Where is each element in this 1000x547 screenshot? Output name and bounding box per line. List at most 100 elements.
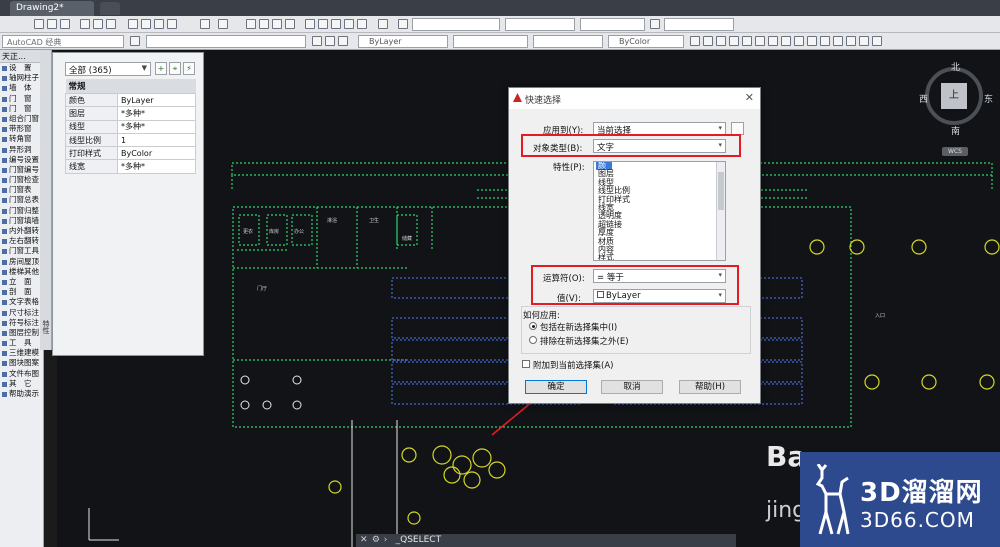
property-list-item[interactable]: 厚度 (596, 228, 725, 237)
property-value[interactable]: ByColor (117, 146, 196, 161)
layer-tool-12-icon[interactable] (833, 36, 843, 46)
table-style-combo[interactable] (580, 18, 645, 31)
property-row[interactable]: 线型比例 1 (65, 132, 196, 148)
properties-list[interactable]: 颜色 图层 线型 线型比例 打印样式 线宽 透明度 超链接 厚度 材质 内容 样式 (593, 161, 726, 261)
layer-tool-9-icon[interactable] (794, 36, 804, 46)
close-icon[interactable]: ✕ (745, 91, 754, 104)
layer-tool-11-icon[interactable] (820, 36, 830, 46)
property-list-item[interactable]: 超链接 (596, 220, 725, 229)
palettes-icon[interactable] (331, 19, 341, 29)
dim-style-combo[interactable] (505, 18, 575, 31)
property-row[interactable]: 打印样式 ByColor (65, 146, 196, 161)
layer-manager-icon[interactable] (130, 36, 140, 46)
match-icon[interactable] (167, 19, 177, 29)
menu-item[interactable]: 轴网柱子 (0, 73, 43, 83)
help-icon[interactable] (378, 19, 388, 29)
menu-item[interactable]: 门窗检查 (0, 175, 43, 185)
mleader-style-combo[interactable] (664, 18, 734, 31)
menu-item[interactable]: 设 置 (0, 63, 43, 73)
pan-icon[interactable] (246, 19, 256, 29)
layer-tool-14-icon[interactable] (859, 36, 869, 46)
north-label[interactable]: 北 (951, 60, 960, 73)
property-list-item[interactable]: 打印样式 (596, 195, 725, 204)
category-header[interactable]: 常规 (65, 79, 196, 94)
property-row[interactable]: 线型 *多种* (65, 119, 196, 134)
menu-item[interactable]: 墙 体 (0, 83, 43, 93)
menu-item[interactable]: 符号标注 (0, 318, 43, 328)
menu-item[interactable]: 图块图案 (0, 358, 43, 368)
property-row[interactable]: 线宽 *多种* (65, 159, 196, 174)
south-label[interactable]: 南 (951, 124, 960, 137)
linetype-combo[interactable] (453, 35, 528, 48)
cancel-button[interactable]: 取消 (601, 380, 663, 394)
menu-item[interactable]: 组合门窗 (0, 114, 43, 124)
layer-tool-2-icon[interactable] (703, 36, 713, 46)
cut-icon[interactable] (128, 19, 138, 29)
menu-item[interactable]: 楼梯其他 (0, 267, 43, 277)
menu-item[interactable]: 转角窗 (0, 134, 43, 144)
layer-tool-1-icon[interactable] (690, 36, 700, 46)
property-row[interactable]: 颜色 ByLayer (65, 92, 196, 108)
drawing-tab[interactable]: Drawing2* (10, 1, 94, 16)
layer-tool-3-icon[interactable] (716, 36, 726, 46)
lineweight-combo[interactable] (533, 35, 603, 48)
layer-tool-15-icon[interactable] (872, 36, 882, 46)
quick-select-button[interactable]: ⚡ (183, 62, 195, 75)
text-style-icon[interactable] (398, 19, 408, 29)
layer-tool-13-icon[interactable] (846, 36, 856, 46)
layer-tool-6-icon[interactable] (755, 36, 765, 46)
property-value[interactable]: *多种* (117, 119, 196, 134)
menu-item[interactable]: 文字表格 (0, 297, 43, 307)
append-checkbox[interactable] (522, 360, 530, 368)
multileader-icon[interactable] (650, 19, 660, 29)
include-label[interactable]: 包括在新选择集中(I) (540, 321, 617, 333)
layer-match-icon[interactable] (338, 36, 348, 46)
exclude-radio[interactable] (529, 336, 537, 344)
menu-item[interactable]: 图层控制 (0, 328, 43, 338)
menu-item[interactable]: 编号设置 (0, 155, 43, 165)
layer-tool-10-icon[interactable] (807, 36, 817, 46)
zoom-window-icon[interactable] (272, 19, 282, 29)
menu-item[interactable]: 门 窗 (0, 94, 43, 104)
preview-icon[interactable] (93, 19, 103, 29)
command-line[interactable]: ✕ ⚙ › _QSELECT (356, 534, 736, 547)
property-value[interactable]: ByLayer (117, 92, 196, 108)
wcs-menu[interactable]: WCS (942, 147, 968, 156)
layer-prev-icon[interactable] (312, 36, 322, 46)
property-row[interactable]: 图层 *多种* (65, 106, 196, 121)
text-style-combo[interactable] (412, 18, 500, 31)
new-icon[interactable] (34, 19, 44, 29)
menu-item[interactable]: 门窗填墙 (0, 216, 43, 226)
redo-icon[interactable] (218, 19, 228, 29)
property-list-item[interactable]: 内容 (596, 245, 725, 254)
selection-combo[interactable]: 全部 (365) ▼ (65, 62, 151, 76)
menu-item[interactable]: 异形洞 (0, 145, 43, 155)
select-objects-button[interactable]: ⌖ (169, 62, 181, 75)
open-icon[interactable] (47, 19, 57, 29)
menu-item[interactable]: 内外翻转 (0, 226, 43, 236)
menu-item[interactable]: 门窗归整 (0, 206, 43, 216)
design-center-icon[interactable] (318, 19, 328, 29)
help-button[interactable]: 帮助(H) (679, 380, 741, 394)
property-list-item[interactable]: 图层 (596, 169, 725, 178)
color-combo[interactable]: ByLayer (358, 35, 448, 48)
menu-item[interactable]: 带形窗 (0, 124, 43, 134)
menu-item[interactable]: 剖 面 (0, 287, 43, 297)
append-label[interactable]: 附加到当前选择集(A) (533, 359, 613, 371)
menu-item[interactable]: 房间屋顶 (0, 257, 43, 267)
property-list-item[interactable]: 材质 (596, 237, 725, 246)
menu-item[interactable]: 其 它 (0, 379, 43, 389)
close-icon[interactable]: ✕ (360, 535, 369, 545)
new-tab-button[interactable] (100, 2, 120, 15)
zoom-icon[interactable] (259, 19, 269, 29)
publish-icon[interactable] (106, 19, 116, 29)
layer-tool-4-icon[interactable] (729, 36, 739, 46)
menu-item[interactable]: 帮助演示 (0, 389, 43, 399)
east-label[interactable]: 东 (984, 92, 993, 105)
property-value[interactable]: *多种* (117, 159, 196, 174)
list-scrollbar[interactable] (716, 162, 725, 260)
layer-tool-7-icon[interactable] (768, 36, 778, 46)
property-value[interactable]: 1 (117, 132, 196, 148)
toggle-pickadd-button[interactable]: + (155, 62, 167, 75)
exclude-label[interactable]: 排除在新选择集之外(E) (540, 335, 629, 347)
